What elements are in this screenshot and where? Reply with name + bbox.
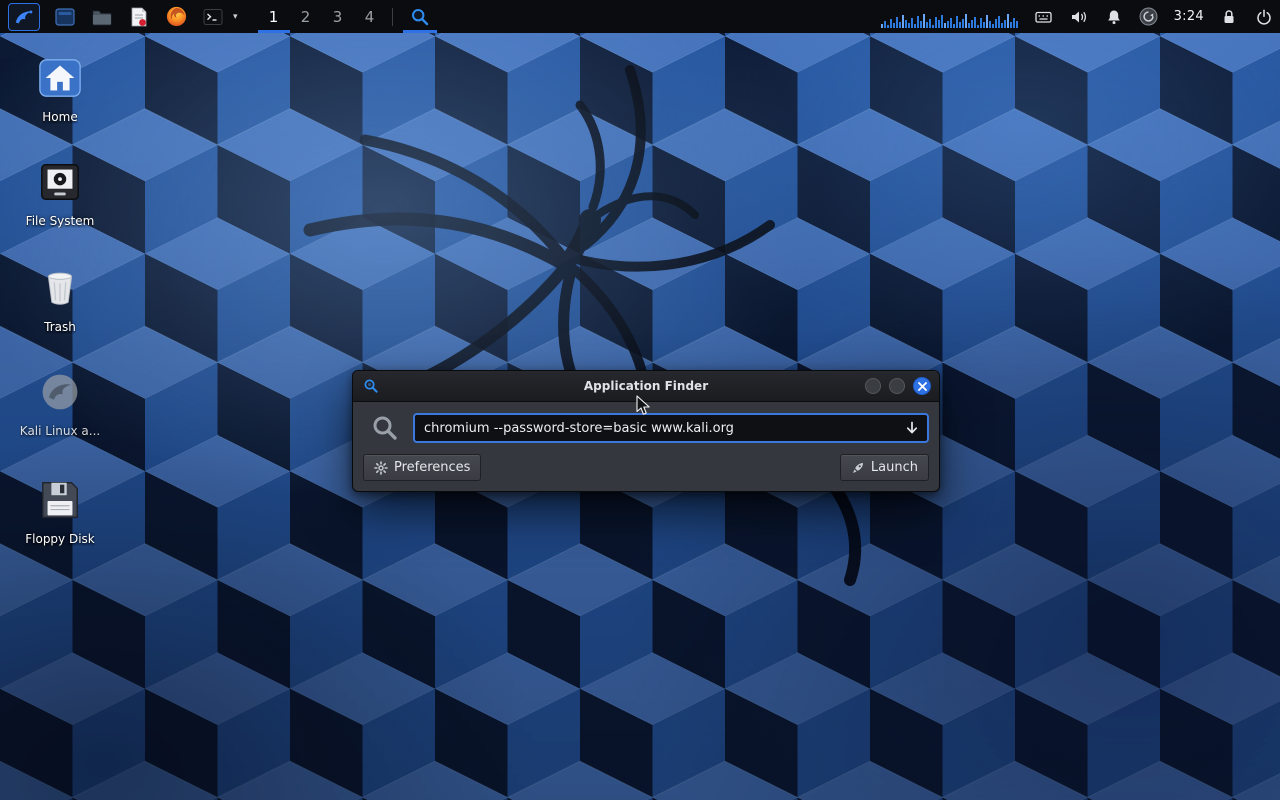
kali-app-icon [36,368,84,416]
desktop-icon-label: Trash [44,320,76,334]
desktop-icon-kali-linux[interactable]: Kali Linux a... [10,368,110,438]
desktop-icon-label: Floppy Disk [25,532,95,546]
workspace-switcher: 1 2 3 4 [258,0,386,33]
panel-launchers: ▾ [52,4,238,30]
workspace-2[interactable]: 2 [290,0,322,33]
close-button[interactable] [913,377,931,395]
window-buttons [865,377,931,395]
desktop-icon-file-system[interactable]: File System [10,158,110,228]
taskbar-application-finder[interactable] [403,0,437,33]
preferences-label: Preferences [394,460,470,475]
file-system-icon [36,158,84,206]
panel-separator [392,8,393,26]
terminal-dropdown-chevron[interactable]: ▾ [233,12,238,22]
desktop-icon-trash[interactable]: Trash [10,264,110,334]
top-panel: ▾ 1 2 3 4 [0,0,1280,33]
desktop-icon-label: Kali Linux a... [20,424,100,438]
desktop-icon-label: Home [42,110,77,124]
files-app-icon[interactable] [52,4,78,30]
close-icon [918,382,927,391]
panel-clock[interactable]: 3:24 [1174,9,1204,24]
preferences-button[interactable]: Preferences [363,454,481,481]
command-input-wrap [413,413,929,443]
application-finder-window: Application Finder [352,370,940,492]
desktop-icon-home[interactable]: Home [10,54,110,124]
desktop-icon-floppy-disk[interactable]: Floppy Disk [10,476,110,546]
button-row: Preferences Launch [363,454,929,481]
workspace-3[interactable]: 3 [322,0,354,33]
logout-power-icon[interactable] [1254,6,1274,28]
titlebar[interactable]: Application Finder [353,371,939,402]
history-dropdown-icon[interactable] [904,420,920,440]
dialog-body: Preferences Launch [353,402,939,491]
lock-screen-icon[interactable] [1219,6,1239,28]
screen: ▾ 1 2 3 4 [0,0,1280,800]
terminal-icon[interactable] [200,4,226,30]
updater-icon[interactable] [1139,6,1159,28]
minimize-button[interactable] [865,378,881,394]
trash-icon [36,264,84,312]
command-input[interactable] [415,421,927,436]
text-editor-icon[interactable] [126,4,152,30]
launch-label: Launch [871,460,918,475]
kali-logo-icon [13,6,35,28]
volume-icon[interactable] [1069,6,1089,28]
kali-menu-button[interactable] [8,3,40,31]
launch-button[interactable]: Launch [840,454,929,481]
file-manager-icon[interactable] [89,4,115,30]
floppy-disk-icon [36,476,84,524]
workspace-1[interactable]: 1 [258,0,290,33]
desktop-icon-label: File System [26,214,95,228]
launch-icon [851,461,865,475]
system-tray: 3:24 [881,6,1274,28]
gear-icon [374,461,388,475]
search-row [363,413,929,443]
window-title: Application Finder [353,371,939,401]
cpu-graph[interactable] [881,6,1019,28]
home-icon [36,54,84,102]
firefox-icon[interactable] [163,4,189,30]
maximize-button[interactable] [889,378,905,394]
keyboard-icon[interactable] [1034,6,1054,28]
notification-bell-icon[interactable] [1104,6,1124,28]
workspace-4[interactable]: 4 [354,0,386,33]
search-icon [371,414,399,442]
app-finder-task-icon [410,7,430,27]
